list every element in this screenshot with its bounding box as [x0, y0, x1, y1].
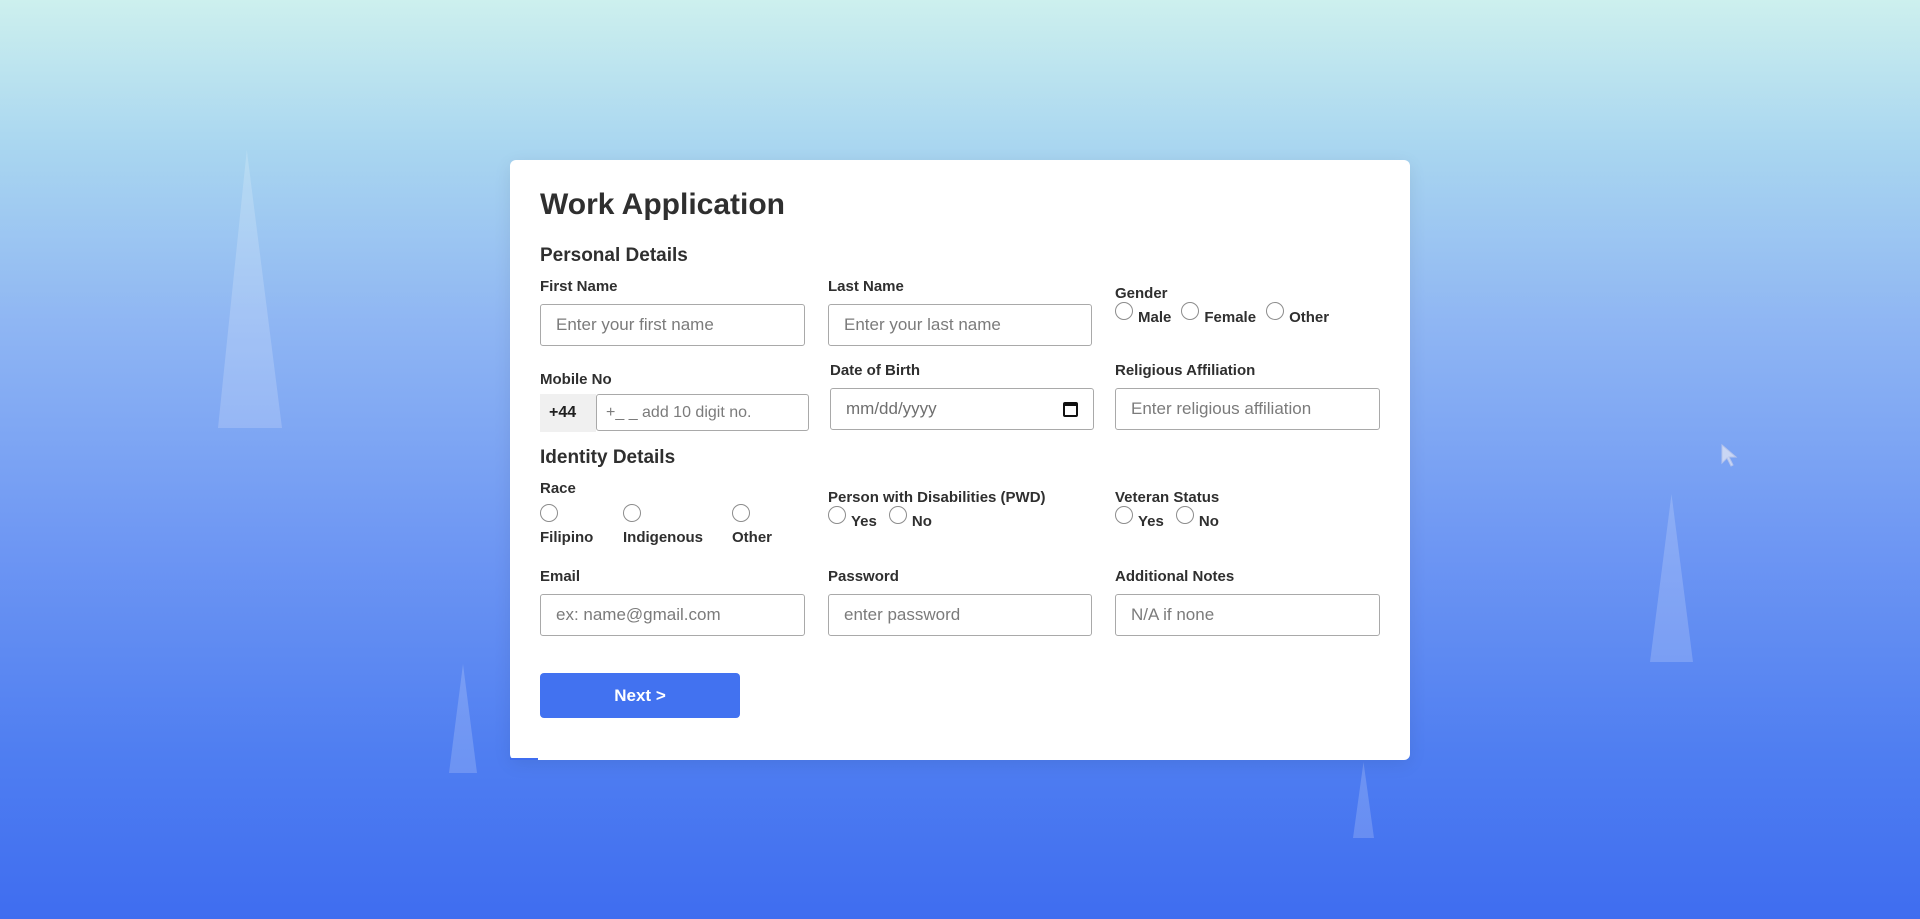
- radio-label: Other: [732, 529, 773, 546]
- email-label: Email: [540, 568, 581, 585]
- country-code-prefix: +44: [540, 394, 596, 432]
- date-placeholder: mm/dd/yyyy: [846, 399, 937, 418]
- date-of-birth-input[interactable]: mm/dd/yyyy: [830, 388, 1094, 430]
- radio-button[interactable]: [828, 506, 846, 524]
- progress-indicator: [510, 758, 538, 760]
- last-name-input[interactable]: [828, 304, 1092, 346]
- password-input[interactable]: [828, 594, 1092, 636]
- veteran-option-yes[interactable]: Yes: [1115, 506, 1164, 530]
- radio-label: Female: [1204, 309, 1257, 326]
- radio-label: No: [911, 513, 932, 530]
- password-label: Password: [828, 568, 899, 585]
- race-label: Race: [540, 480, 576, 497]
- identity-details-heading: Identity Details: [540, 447, 676, 468]
- veteran-radio-group: Yes No: [1115, 506, 1219, 530]
- first-name-input[interactable]: [540, 304, 805, 346]
- background-shard: [218, 150, 282, 428]
- radio-button[interactable]: [540, 504, 558, 522]
- radio-button[interactable]: [732, 504, 750, 522]
- gender-label: Gender: [1115, 285, 1168, 302]
- last-name-label: Last Name: [828, 278, 904, 295]
- email-input[interactable]: [540, 594, 805, 636]
- pwd-option-no[interactable]: No: [888, 506, 932, 530]
- radio-button[interactable]: [1115, 302, 1133, 320]
- page-title: Work Application: [540, 188, 786, 221]
- background-shard: [449, 664, 477, 773]
- gender-radio-group: Male Female Other: [1115, 302, 1330, 326]
- radio-button[interactable]: [1175, 506, 1194, 524]
- background-shard: [1650, 494, 1693, 662]
- radio-button[interactable]: [1266, 302, 1285, 320]
- mobile-number-input[interactable]: [596, 394, 809, 431]
- mobile-label: Mobile No: [540, 371, 612, 388]
- radio-label: No: [1198, 513, 1219, 530]
- personal-details-heading: Personal Details: [540, 245, 688, 266]
- radio-label: Other: [1289, 309, 1330, 326]
- radio-button[interactable]: [1181, 302, 1200, 320]
- veteran-status-label: Veteran Status: [1115, 489, 1220, 506]
- pwd-radio-group: Yes No: [828, 506, 932, 530]
- pwd-option-yes[interactable]: Yes: [828, 506, 877, 530]
- additional-notes-input[interactable]: [1115, 594, 1380, 636]
- calendar-icon[interactable]: [1063, 401, 1078, 417]
- radio-button[interactable]: [1115, 506, 1133, 524]
- next-button[interactable]: Next >: [540, 673, 740, 718]
- radio-label: Male: [1138, 309, 1172, 326]
- veteran-option-no[interactable]: No: [1175, 506, 1219, 530]
- radio-button[interactable]: [623, 504, 641, 522]
- background-shard: [1353, 762, 1374, 838]
- religious-affiliation-input[interactable]: [1115, 388, 1380, 430]
- religious-affiliation-label: Religious Affiliation: [1115, 362, 1256, 379]
- pwd-label: Person with Disabilities (PWD): [828, 489, 1046, 506]
- application-card: Work Application Personal Details First …: [510, 160, 1410, 760]
- radio-label: Filipino: [540, 529, 594, 546]
- radio-label: Yes: [851, 513, 877, 530]
- mouse-cursor-icon: [1721, 444, 1738, 467]
- date-of-birth-label: Date of Birth: [830, 362, 920, 379]
- gender-option-other[interactable]: Other: [1266, 302, 1330, 326]
- first-name-label: First Name: [540, 278, 618, 295]
- radio-label: Yes: [1138, 513, 1164, 530]
- gender-option-female[interactable]: Female: [1181, 302, 1257, 326]
- radio-label: Indigenous: [623, 529, 703, 546]
- radio-button[interactable]: [888, 506, 907, 524]
- additional-notes-label: Additional Notes: [1115, 568, 1235, 585]
- gender-option-male[interactable]: Male: [1115, 302, 1172, 326]
